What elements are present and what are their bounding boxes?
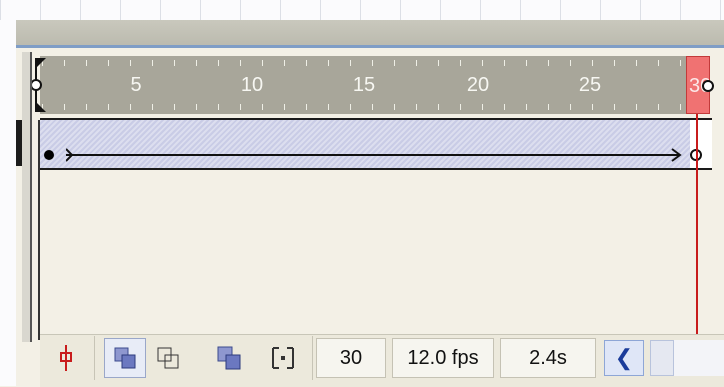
frame-rate-field[interactable]: 12.0 fps	[392, 338, 494, 378]
frame-ruler[interactable]: 5 10 15 20 25	[40, 56, 710, 114]
panel-right-edge	[712, 120, 724, 334]
left-margin	[0, 20, 17, 386]
ruler-number: 20	[466, 74, 490, 96]
modify-onion-markers-icon	[272, 347, 294, 369]
scroll-left-icon: ❮	[614, 345, 634, 370]
ruler-number: 10	[240, 74, 264, 96]
onion-end-marker-icon[interactable]	[702, 78, 714, 94]
motion-tween-arrow-icon	[66, 148, 682, 162]
scrollbar-track[interactable]	[674, 340, 724, 376]
start-keyframe-icon[interactable]	[44, 150, 54, 160]
current-frame-field: 30	[316, 338, 386, 378]
onion-skin-button[interactable]	[104, 338, 146, 378]
edit-multiple-frames-button[interactable]	[208, 338, 250, 378]
layer-list-edge	[22, 52, 30, 342]
layer-frames-row[interactable]	[40, 118, 694, 170]
timeline-header	[16, 20, 724, 48]
empty-frame-cell[interactable]	[690, 118, 712, 170]
toolbar-separator	[312, 336, 313, 380]
edit-multiple-frames-icon	[217, 346, 241, 370]
playhead-line	[696, 114, 698, 334]
elapsed-time-field: 2.4s	[500, 338, 596, 378]
selected-layer-marker	[16, 120, 22, 166]
ruler-number: 5	[130, 74, 142, 96]
onion-skin-icon	[114, 347, 136, 369]
scroll-left-button[interactable]: ❮	[604, 340, 644, 376]
toolbar-separator	[94, 336, 95, 380]
ruler-number: 25	[578, 74, 602, 96]
onion-skin-outlines-button[interactable]	[150, 338, 186, 378]
ruler-number: 15	[352, 74, 376, 96]
onion-start-marker-icon[interactable]	[32, 56, 48, 114]
modify-onion-markers-button[interactable]	[262, 338, 304, 378]
onion-skin-outlines-icon	[157, 347, 179, 369]
background-grid	[0, 0, 724, 20]
center-frame-button[interactable]	[48, 338, 84, 378]
scrollbar-thumb[interactable]	[650, 340, 674, 376]
center-frame-icon	[60, 345, 72, 371]
